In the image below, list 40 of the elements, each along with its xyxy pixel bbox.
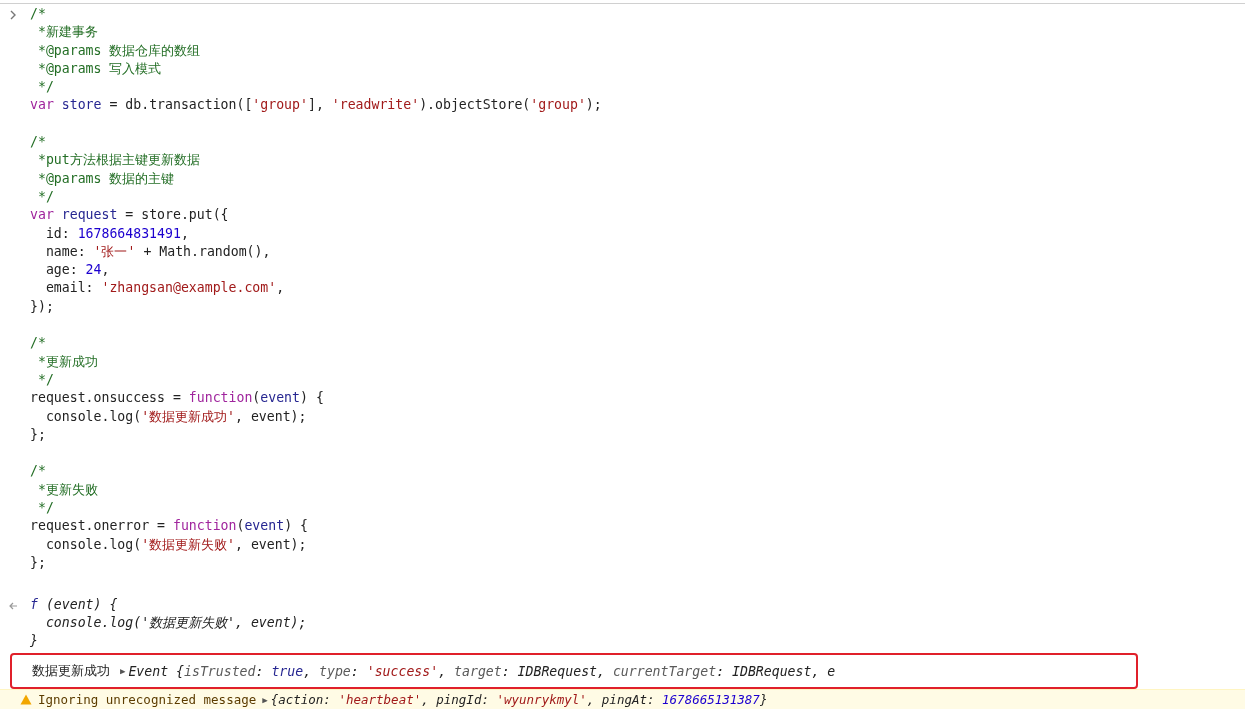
log-message: 数据更新成功 xyxy=(32,662,110,681)
code-line: */ xyxy=(36,370,55,389)
code-line: /* xyxy=(30,5,47,23)
code-line: }; xyxy=(30,425,47,444)
code-line: }; xyxy=(30,553,47,572)
code-line: request.onerror = function(event) { xyxy=(30,517,309,536)
code-line: }); xyxy=(30,297,55,316)
message-object-preview: {action: 'heartbeat', pingId: 'wyunrykmyl', pingAt: 1678665131387} xyxy=(270,692,768,708)
warning-icon xyxy=(20,694,32,706)
code-line: age: 24, xyxy=(44,261,111,280)
code-line: */ xyxy=(36,499,55,517)
code-line: *@params 写入模式 xyxy=(36,59,163,78)
code-line: console.log('数据更新成功', event); xyxy=(44,407,308,426)
code-line: /* xyxy=(30,462,47,481)
event-object-preview: Event {isTrusted: true, type: 'success', target: IDBRequest, currentTarget: IDBRequest, e xyxy=(128,663,836,679)
code-line: name: '张一' + Math.random(), xyxy=(44,242,272,261)
code-line: /* xyxy=(30,334,47,353)
code-line: id: 1678664831491, xyxy=(44,224,190,243)
prompt-chevron-icon xyxy=(10,10,17,20)
code-line: var store = db.transaction(['group'], 'readwrite').objectStore('group'); xyxy=(30,96,602,115)
code-line: /* xyxy=(30,133,47,152)
warning-message: Ignoring unrecognized message xyxy=(38,692,257,708)
code-line: *更新成功 xyxy=(36,352,99,371)
code-line: email: 'zhangsan@example.com', xyxy=(44,279,286,298)
code-line: } xyxy=(30,632,39,651)
code-line: *@params 数据的主键 xyxy=(36,169,176,188)
code-line: request.onsuccess = function(event) { xyxy=(30,389,325,408)
code-line: *更新失败 xyxy=(36,480,99,499)
code-line: console.log('数据更新失败', event); xyxy=(44,535,308,554)
expand-toggle[interactable]: ▶ xyxy=(262,694,268,705)
expand-toggle[interactable]: ▶ xyxy=(120,666,126,677)
code-line: f (event) { xyxy=(30,595,119,614)
return-arrow-icon xyxy=(9,601,18,610)
code-line: var request = store.put({ xyxy=(30,206,230,225)
code-line: */ xyxy=(36,78,55,97)
code-line: console.log('数据更新失败', event); xyxy=(44,613,307,632)
code-line: */ xyxy=(36,187,55,206)
code-line: *新建事务 xyxy=(36,23,99,42)
code-line: *@params 数据仓库的数组 xyxy=(36,41,202,60)
code-line: *put方法根据主键更新数据 xyxy=(36,151,201,170)
